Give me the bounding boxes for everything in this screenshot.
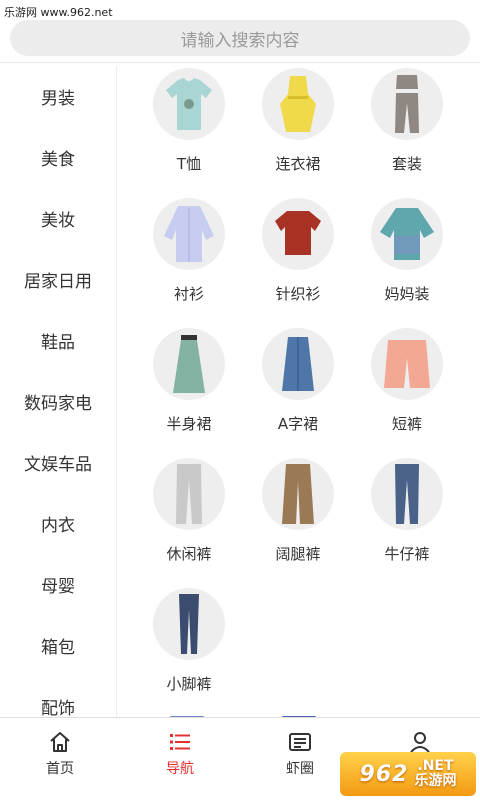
suit-set-icon — [371, 68, 443, 140]
grid-item-label: 半身裙 — [166, 415, 212, 433]
a-line-skirt-icon — [262, 328, 334, 400]
jeans-icon — [371, 458, 443, 530]
watermark-top: 乐游网 www.962.net — [4, 6, 113, 19]
sidebar-item-meizhuang[interactable]: 美妆 — [0, 188, 116, 249]
mom-top-icon — [371, 198, 443, 270]
grid-item-skinny-pants[interactable]: 小脚裤 — [133, 588, 243, 717]
list-icon — [170, 734, 190, 750]
grid-item-label: 衬衫 — [173, 285, 204, 303]
dress-icon — [262, 68, 334, 140]
home-icon — [50, 732, 70, 752]
grid-item-skirt[interactable]: 半身裙 — [133, 328, 243, 458]
shirt-icon — [153, 198, 225, 270]
grid-item-a-line-skirt[interactable]: A字裙 — [242, 328, 352, 458]
tshirt-icon — [153, 68, 225, 140]
tab-label: 首页 — [46, 761, 74, 777]
grid-item-shorts[interactable]: 短裤 — [351, 328, 461, 458]
grid-item-dress[interactable]: 连衣裙 — [242, 68, 352, 198]
grid-item-knit[interactable]: 针织衫 — [242, 198, 352, 328]
sidebar-item-label: 美妆 — [41, 211, 75, 231]
grid-item-shirt[interactable]: 衬衫 — [133, 198, 243, 328]
sidebar-item-xiangbao[interactable]: 箱包 — [0, 615, 116, 676]
grid-item-wide-leg[interactable]: 阔腿裤 — [242, 458, 352, 588]
brand-domain: .NET — [417, 758, 454, 774]
category-sidebar: 男装 美食 美妆 居家日用 鞋品 数码家电 文娱车品 内衣 母婴 箱包 配饰 — [0, 66, 116, 717]
news-icon — [289, 733, 311, 751]
casual-pants-icon — [153, 458, 225, 530]
sidebar-item-meishi[interactable]: 美食 — [0, 127, 116, 188]
grid-item-label: 短裤 — [391, 415, 422, 433]
sidebar-item-label: 男装 — [41, 89, 75, 109]
search-input[interactable]: 请输入搜索内容 — [10, 20, 470, 56]
grid-item-mom-top[interactable]: 妈妈装 — [351, 198, 461, 328]
sidebar-item-label: 居家日用 — [24, 272, 92, 292]
grid-item-label: 牛仔裤 — [384, 545, 430, 563]
grid-item-label: T恤 — [176, 155, 202, 173]
grid-item-label: 小脚裤 — [166, 675, 212, 693]
sidebar-item-peishi[interactable]: 配饰 — [0, 676, 116, 717]
sidebar-item-wenyu[interactable]: 文娱车品 — [0, 432, 116, 493]
grid-item-suit-set[interactable]: 套装 — [351, 68, 461, 198]
search-placeholder: 请输入搜索内容 — [180, 30, 300, 51]
sidebar-item-shuma[interactable]: 数码家电 — [0, 371, 116, 432]
brand-name: 乐游网 — [414, 773, 457, 789]
knit-sweater-icon — [262, 198, 334, 270]
brand-watermark: 962 .NET 乐游网 — [340, 752, 476, 796]
sidebar-item-label: 鞋品 — [41, 333, 75, 353]
tab-navigation[interactable]: 导航 — [120, 726, 240, 786]
tab-home[interactable]: 首页 — [0, 726, 120, 786]
shorts-icon — [371, 328, 443, 400]
sidebar-item-label: 内衣 — [41, 516, 75, 536]
sidebar-item-xiepin[interactable]: 鞋品 — [0, 310, 116, 371]
sidebar-item-label: 文娱车品 — [24, 455, 92, 475]
divider — [0, 62, 480, 63]
sidebar-item-label: 数码家电 — [24, 394, 92, 414]
grid-item-label: 妈妈装 — [384, 285, 430, 303]
sidebar-item-nanzhuang[interactable]: 男装 — [0, 66, 116, 127]
sidebar-item-label: 配饰 — [41, 699, 75, 717]
subcategory-grid: T恤 连衣裙 套装 衬衫 针织衫 妈妈装 半身裙 A字裙 短裤 休闲裤 阔腿裤 … — [117, 66, 480, 717]
sidebar-item-label: 美食 — [41, 150, 75, 170]
sidebar-item-label: 母婴 — [41, 577, 75, 597]
brand-number: 962 — [359, 761, 409, 787]
grid-item-jeans[interactable]: 牛仔裤 — [351, 458, 461, 588]
grid-item-label: 连衣裙 — [275, 155, 321, 173]
grid-item-tshirt[interactable]: T恤 — [133, 68, 243, 198]
tab-label: 导航 — [166, 761, 194, 777]
skinny-pants-icon — [153, 588, 225, 660]
sidebar-item-label: 箱包 — [41, 638, 75, 658]
brand-text: .NET 乐游网 — [414, 759, 456, 789]
grid-item-label: 阔腿裤 — [275, 545, 321, 563]
grid-item-label: 针织衫 — [275, 285, 321, 303]
grid-item-label: 休闲裤 — [166, 545, 212, 563]
user-icon — [410, 732, 430, 753]
sidebar-item-neiyi[interactable]: 内衣 — [0, 493, 116, 554]
skirt-icon — [153, 328, 225, 400]
sidebar-item-muying[interactable]: 母婴 — [0, 554, 116, 615]
wide-leg-pants-icon — [262, 458, 334, 530]
sidebar-item-jujia[interactable]: 居家日用 — [0, 249, 116, 310]
grid-item-label: A字裙 — [277, 415, 319, 433]
grid-item-casual-pants[interactable]: 休闲裤 — [133, 458, 243, 588]
grid-item-label: 套装 — [391, 155, 422, 173]
